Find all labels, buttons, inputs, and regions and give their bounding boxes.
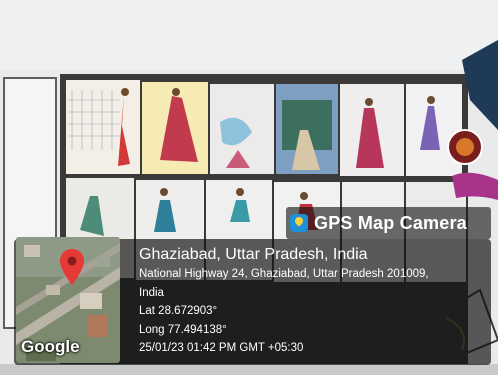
map-pin-icon (60, 249, 84, 285)
address-line-2: India (139, 286, 164, 299)
badge-title: GPS Map Camera (314, 212, 467, 233)
map-thumbnail: Google (16, 237, 120, 363)
longitude: Long 77.494138° (139, 323, 227, 336)
gps-map-camera-app-icon (290, 214, 308, 232)
timestamp: 25/01/23 01:42 PM GMT +05:30 (139, 342, 304, 354)
address-line-1: National Highway 24, Ghaziabad, Uttar Pr… (139, 268, 429, 280)
latitude: Lat 28.672903° (139, 305, 218, 317)
gps-map-camera-badge: GPS Map Camera (286, 207, 491, 239)
google-logo: Google (21, 337, 80, 356)
location-text: Ghaziabad, Uttar Pradesh, India National… (139, 244, 484, 358)
city-title: Ghaziabad, Uttar Pradesh, India (139, 246, 368, 263)
